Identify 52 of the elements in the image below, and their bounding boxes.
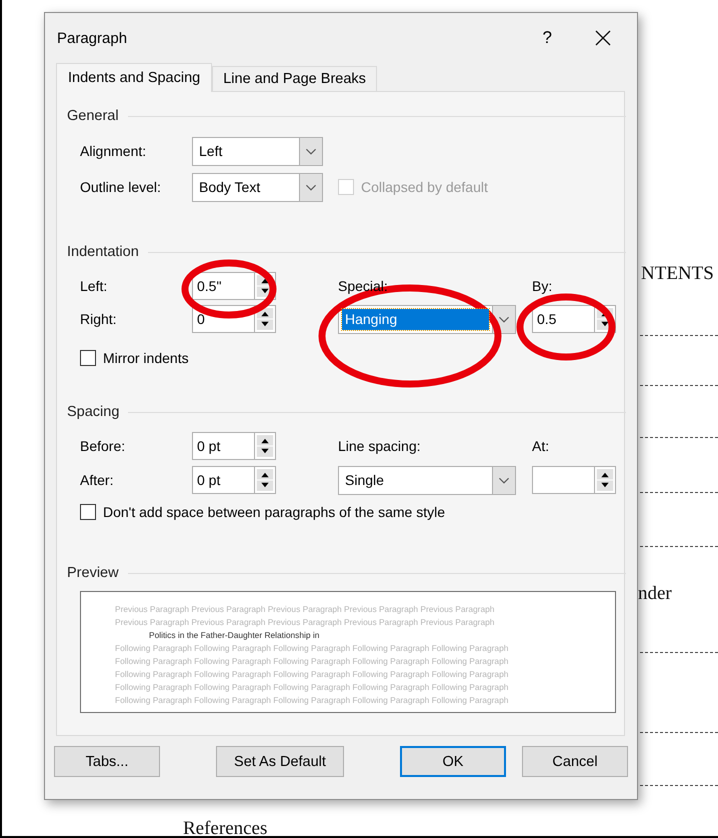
field-label: Right: <box>80 311 117 327</box>
field-label: Outline level: <box>80 179 161 195</box>
document-text: NTENTS <box>641 263 714 285</box>
dropdown-field[interactable]: Single <box>338 466 492 494</box>
checkbox-label: Don't add space between paragraphs of the same style <box>103 504 445 520</box>
field-label: After: <box>80 472 114 488</box>
dialog-button[interactable]: Cancel <box>522 746 628 777</box>
input-field[interactable]: 0.5" <box>192 272 254 300</box>
spinner-buttons[interactable] <box>594 466 616 494</box>
dialog-button[interactable]: Set As Default <box>216 746 344 777</box>
document-text: References <box>183 818 268 838</box>
preview-text: Politics in the Father-Daughter Relationship in <box>148 629 320 642</box>
dropdown-field[interactable]: Hanging <box>338 304 492 334</box>
field-label: Special: <box>338 278 388 294</box>
close-icon[interactable] <box>595 30 611 46</box>
document-text: nder <box>638 583 672 605</box>
checkbox-label: Collapsed by default <box>361 179 488 195</box>
dialog-button[interactable]: Tabs... <box>54 746 160 777</box>
group-title: Indentation <box>67 244 139 260</box>
checkbox[interactable] <box>80 504 96 520</box>
group-title: Preview <box>67 565 119 581</box>
preview-text: Following Paragraph Following Paragraph Following Paragraph Following Paragraph Following Paragraph <box>115 694 510 707</box>
tab[interactable]: Line and Page Breaks <box>212 66 377 91</box>
input-field[interactable]: 0 pt <box>192 466 254 494</box>
help-button[interactable]: ? <box>542 28 552 48</box>
group-title: Spacing <box>67 404 120 420</box>
tab[interactable]: Indents and Spacing <box>56 63 212 92</box>
group-title: General <box>67 108 119 124</box>
spinner-buttons[interactable] <box>254 466 276 494</box>
preview-text: Following Paragraph Following Paragraph Following Paragraph Following Paragraph Following Paragraph <box>115 642 510 655</box>
preview-text: Following Paragraph Following Paragraph Following Paragraph Following Paragraph Following Paragraph <box>115 655 510 668</box>
input-field[interactable]: 0 pt <box>192 432 254 460</box>
preview-text: Previous Paragraph Previous Paragraph Previous Paragraph Previous Paragraph Previous Paragraph <box>115 603 496 616</box>
checkbox-label: Mirror indents <box>103 350 189 366</box>
field-label: At: <box>532 438 550 454</box>
dropdown-button[interactable] <box>492 466 516 494</box>
dialog-button[interactable]: OK <box>400 746 506 777</box>
dialog-title: Paragraph <box>57 30 128 46</box>
input-field[interactable]: 0.5 <box>532 305 594 333</box>
preview-text: Previous Paragraph Previous Paragraph Previous Paragraph Previous Paragraph Previous Paragraph <box>115 616 496 629</box>
dropdown-field[interactable]: Left <box>192 136 299 166</box>
field-label: Line spacing: <box>338 438 421 454</box>
field-label: By: <box>532 278 552 294</box>
spinner-buttons[interactable] <box>254 432 276 460</box>
field-label: Alignment: <box>80 143 146 159</box>
checkbox[interactable] <box>80 350 96 366</box>
field-label: Left: <box>80 278 108 294</box>
input-field[interactable] <box>532 466 594 494</box>
field-label: Before: <box>80 438 126 454</box>
preview-text: Following Paragraph Following Paragraph Following Paragraph Following Paragraph Following Paragraph <box>115 681 510 694</box>
preview-text: Following Paragraph Following Paragraph Following Paragraph Following Paragraph Following Paragraph <box>115 668 510 681</box>
dropdown-field[interactable]: Body Text <box>192 172 299 202</box>
